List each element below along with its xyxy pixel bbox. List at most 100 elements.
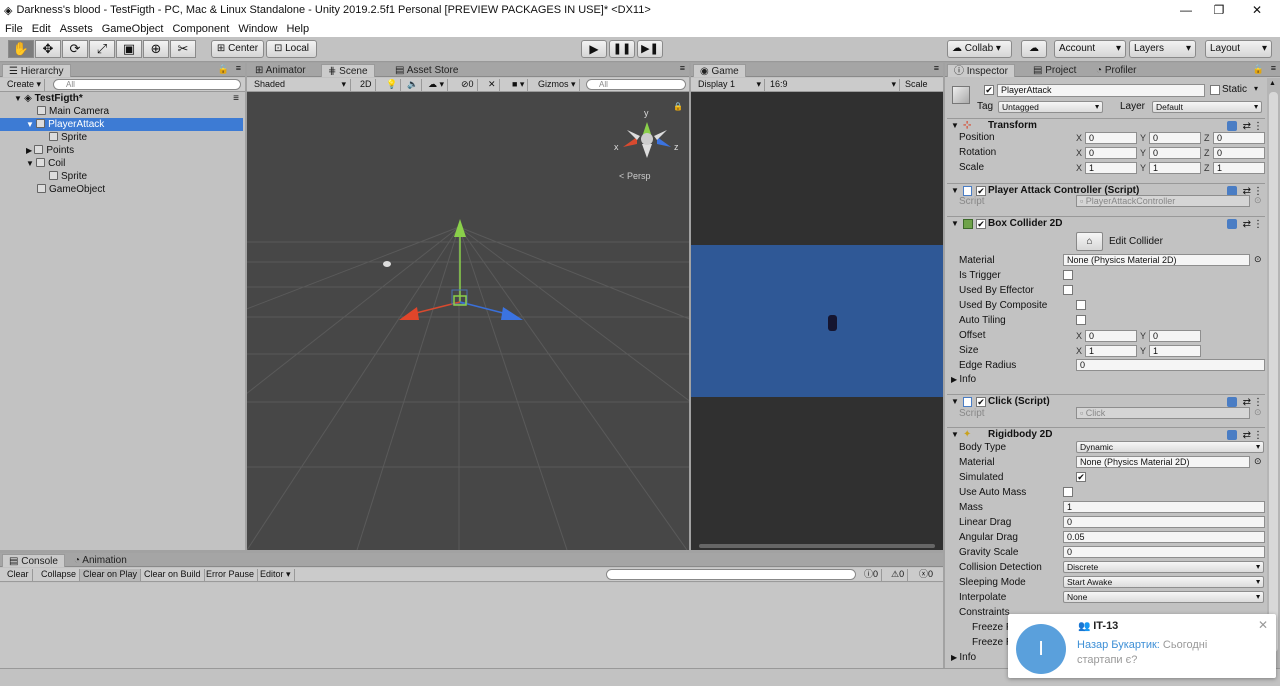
static-chevron-icon[interactable]: ▾ [1254, 84, 1258, 93]
minimize-button[interactable]: — [1168, 0, 1204, 20]
menu-help[interactable]: Help [286, 23, 309, 35]
lock-icon[interactable]: 🔒 [218, 64, 229, 75]
console-editor-dropdown[interactable]: Editor ▾ [257, 569, 295, 581]
pause-button[interactable]: ❚❚ [609, 40, 635, 58]
scene-viewport[interactable]: y x z Persp < 🔒 [247, 92, 689, 550]
rotation-z-field[interactable]: 0 [1213, 147, 1265, 159]
account-button[interactable]: Account ▾ [1054, 40, 1126, 58]
help-icon[interactable] [1227, 430, 1237, 440]
camera-icon[interactable]: ■ ▾ [509, 79, 529, 91]
simulated-checkbox[interactable]: ✔ [1076, 472, 1086, 482]
position-z-field[interactable]: 0 [1213, 132, 1265, 144]
pivot-local-button[interactable]: ⊡ Local [266, 40, 317, 58]
display-dropdown[interactable]: Display 1 ▾ [695, 79, 765, 91]
menu-assets[interactable]: Assets [60, 23, 93, 35]
notification-close-icon[interactable]: ✕ [1258, 618, 1268, 632]
rb-info-foldout[interactable]: ▶ Info [951, 652, 976, 663]
transform-tool-icon[interactable]: ⊕ [143, 40, 169, 58]
offset-x-field[interactable]: 0 [1085, 330, 1137, 342]
scale-x-field[interactable]: 1 [1085, 162, 1137, 174]
box-collider-header[interactable]: ▼ ✔ Box Collider 2D ⇄ ⋮ [947, 216, 1265, 231]
persp-label[interactable]: Persp [627, 171, 651, 181]
game-scrollbar[interactable] [699, 544, 935, 548]
pivot-center-button[interactable]: ⊞ Center [211, 40, 264, 58]
tab-animation[interactable]: ◔ Animation [68, 554, 133, 567]
console-clear-on-play-button[interactable]: Clear on Play [80, 569, 142, 581]
maximize-button[interactable]: ❐ [1201, 0, 1237, 20]
scrollbar-thumb[interactable] [1269, 92, 1278, 652]
scene-menu-icon[interactable]: ≡ [233, 92, 239, 105]
panel-menu-icon[interactable]: ≡ [680, 63, 685, 73]
position-y-field[interactable]: 0 [1149, 132, 1201, 144]
help-icon[interactable] [1227, 397, 1237, 407]
panel-menu-icon[interactable]: ≡ [1271, 63, 1276, 73]
rotation-x-field[interactable]: 0 [1085, 147, 1137, 159]
collision-detection-dropdown[interactable]: Discrete [1063, 561, 1264, 573]
console-error-pause-button[interactable]: Error Pause [203, 569, 259, 581]
scene-search-input[interactable]: All [586, 79, 686, 90]
hierarchy-item-playerattack[interactable]: ▼ PlayerAttack [0, 118, 243, 131]
menu-window[interactable]: Window [238, 23, 277, 35]
menu-gameobject[interactable]: GameObject [102, 23, 164, 35]
hierarchy-item-main-camera[interactable]: Main Camera [0, 105, 243, 118]
hierarchy-search-input[interactable]: All [53, 79, 241, 90]
scale-y-field[interactable]: 1 [1149, 162, 1201, 174]
menu-component[interactable]: Component [172, 23, 229, 35]
edit-collider-button[interactable]: ⌂ [1076, 232, 1103, 251]
size-y-field[interactable]: 1 [1149, 345, 1201, 357]
static-checkbox[interactable] [1210, 85, 1220, 95]
hand-tool-icon[interactable]: ✋ [8, 40, 34, 58]
tab-game[interactable]: ◉ Game [693, 64, 746, 77]
object-picker-icon[interactable]: ⊙ [1254, 456, 1262, 467]
notification-toast[interactable]: I 👥 IT-13 ✕ Назар Букартик: Сьогодні ста… [1008, 614, 1276, 678]
position-x-field[interactable]: 0 [1085, 132, 1137, 144]
tab-project[interactable]: ▤ Project [1027, 64, 1082, 77]
scale-slider[interactable]: Scale [902, 79, 931, 91]
tab-inspector[interactable]: ⓘ Inspector [947, 64, 1015, 77]
angular-drag-field[interactable]: 0.05 [1063, 531, 1265, 543]
transform-header[interactable]: ▼ ⊹ Transform ⇄ ⋮ [947, 118, 1265, 133]
mass-field[interactable]: 1 [1063, 501, 1265, 513]
viewport-lock-icon[interactable]: 🔒 [673, 102, 683, 111]
hierarchy-item-gameobject[interactable]: GameObject [0, 183, 243, 196]
use-auto-mass-checkbox[interactable] [1063, 487, 1073, 497]
shading-dropdown[interactable]: Shaded ▾ [251, 79, 351, 91]
rb-material-field[interactable]: None (Physics Material 2D) [1076, 456, 1250, 468]
rect-tool-icon[interactable]: ▣ [116, 40, 142, 58]
toggle-2d-button[interactable]: 2D [357, 79, 376, 91]
hierarchy-item-points[interactable]: ▶ Points [0, 144, 243, 157]
help-icon[interactable] [1227, 121, 1237, 131]
console-collapse-button[interactable]: Collapse [38, 569, 81, 581]
body-type-dropdown[interactable]: Dynamic [1076, 441, 1264, 453]
create-button[interactable]: Create ▾ [4, 79, 46, 91]
object-picker-icon[interactable]: ⊙ [1254, 254, 1262, 265]
used-by-effector-checkbox[interactable] [1063, 285, 1073, 295]
tools-icon[interactable]: ✕ [485, 79, 500, 91]
scroll-up-icon[interactable]: ▲ [1269, 80, 1278, 88]
hidden-objects-icon[interactable]: ⊘0 [458, 79, 478, 91]
scale-tool-icon[interactable]: ⤢ [89, 40, 115, 58]
console-search-input[interactable] [606, 569, 856, 580]
offset-y-field[interactable]: 0 [1149, 330, 1201, 342]
used-by-composite-checkbox[interactable] [1076, 300, 1086, 310]
active-checkbox[interactable]: ✔ [984, 85, 994, 95]
inspector-scrollbar[interactable]: ▲ [1267, 78, 1280, 668]
move-tool-icon[interactable]: ✥ [35, 40, 61, 58]
object-name-field[interactable]: PlayerAttack [997, 84, 1205, 97]
console-info-count[interactable]: ⓘ0 [861, 569, 883, 581]
layer-dropdown[interactable]: Default [1152, 101, 1262, 113]
collab-button[interactable]: ☁ Collab ▾ [947, 40, 1012, 58]
game-viewport[interactable] [691, 92, 943, 550]
edge-radius-field[interactable]: 0 [1076, 359, 1265, 371]
interpolate-dropdown[interactable]: None [1063, 591, 1264, 603]
scene-root-row[interactable]: ▼ ◈ TestFigth* ≡ [0, 92, 243, 105]
audio-icon[interactable]: 🔈 [404, 79, 423, 91]
menu-file[interactable]: File [5, 23, 23, 35]
tab-hierarchy[interactable]: ☰ Hierarchy [2, 64, 71, 77]
cloud-icon[interactable]: ☁ [1021, 40, 1047, 58]
component-enabled-checkbox[interactable]: ✔ [976, 397, 986, 407]
gravity-scale-field[interactable]: 0 [1063, 546, 1265, 558]
tag-dropdown[interactable]: Untagged [998, 101, 1103, 113]
tab-scene[interactable]: ⋕ Scene [321, 64, 375, 77]
menu-edit[interactable]: Edit [32, 23, 51, 35]
